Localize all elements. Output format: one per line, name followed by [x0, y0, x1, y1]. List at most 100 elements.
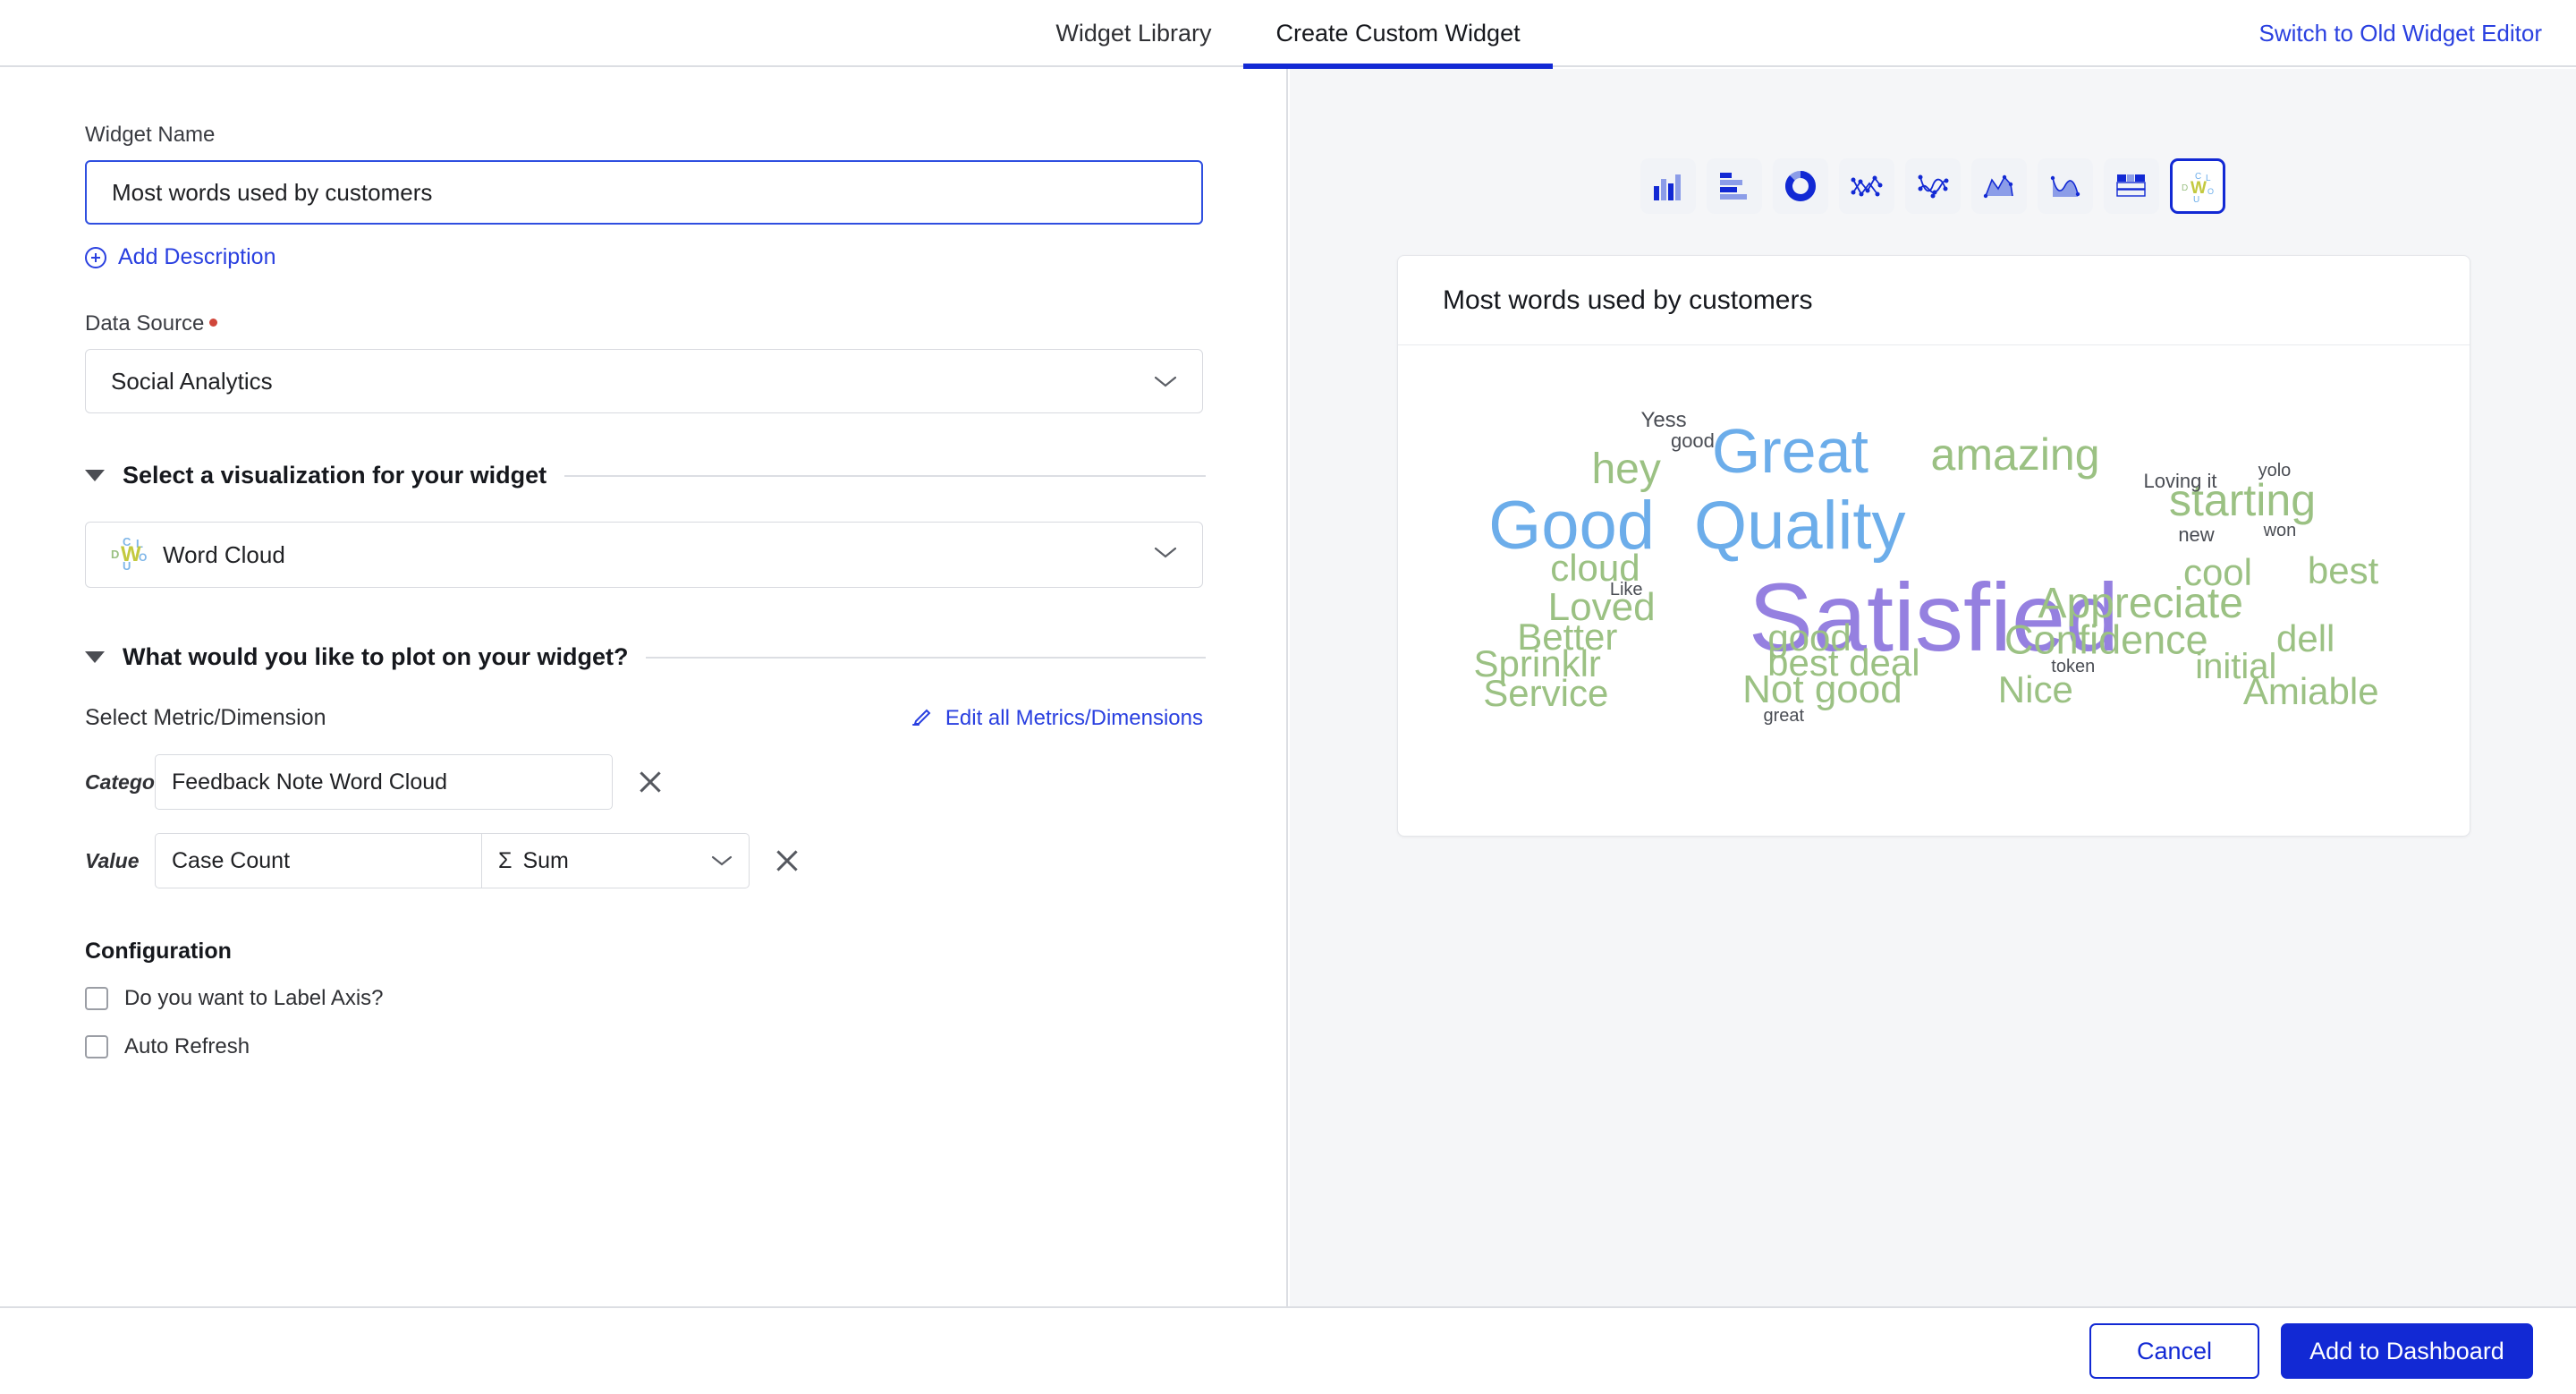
edit-all-label: Edit all Metrics/Dimensions	[945, 705, 1203, 730]
plot-section-header[interactable]: What would you like to plot on your widg…	[85, 643, 1206, 671]
switch-link-label: Switch to Old Widget Editor	[2258, 20, 2542, 47]
checkbox-label-axis-label: Do you want to Label Axis?	[124, 986, 384, 1010]
checkbox-box[interactable]	[85, 987, 108, 1010]
data-source-label: Data Source	[85, 311, 1206, 336]
word-cloud-word[interactable]: yolo	[2258, 462, 2292, 480]
widget-name-input[interactable]	[85, 160, 1203, 225]
word-cloud-word[interactable]: cool	[2183, 553, 2252, 591]
chart-type-selector: C L D W O U	[1290, 158, 2576, 214]
widget-name-label: Widget Name	[85, 123, 216, 147]
word-cloud-word[interactable]: token	[2051, 658, 2095, 676]
checkbox-box[interactable]	[85, 1035, 108, 1058]
cancel-button-label: Cancel	[2136, 1337, 2213, 1364]
value-label: Value	[85, 848, 140, 872]
remove-value-button[interactable]	[772, 846, 802, 876]
visualization-section-header[interactable]: Select a visualization for your widget	[85, 462, 1206, 489]
cancel-button[interactable]: Cancel	[2089, 1323, 2259, 1379]
required-indicator-icon	[209, 319, 218, 327]
svg-text:U: U	[2193, 195, 2199, 204]
word-cloud-word[interactable]: Amiable	[2243, 673, 2379, 710]
tab-create-custom-widget[interactable]: Create Custom Widget	[1243, 0, 1553, 69]
word-cloud-chart: Satisfied Good Quality Great amazing hey start…	[1398, 345, 2470, 836]
checkbox-label-axis[interactable]: Do you want to Label Axis?	[85, 986, 1206, 1011]
donut-chart-icon[interactable]	[1773, 158, 1828, 214]
widget-config-panel: Widget Name Add Description Data Source …	[0, 69, 1288, 1306]
word-cloud-word[interactable]: new	[2178, 525, 2214, 545]
chevron-down-icon	[711, 848, 733, 874]
tab-widget-library[interactable]: Widget Library	[1023, 0, 1243, 67]
configuration-title: Configuration	[85, 939, 232, 964]
data-source-value: Social Analytics	[111, 367, 273, 395]
metric-dimension-label: Select Metric/Dimension	[85, 705, 326, 730]
preview-title: Most words used by customers	[1398, 256, 2470, 345]
section-divider	[564, 474, 1206, 477]
word-cloud-word[interactable]: great	[1763, 707, 1804, 725]
category-field[interactable]: Feedback Note Word Cloud	[155, 754, 613, 810]
aggregation-select[interactable]: Σ Sum	[481, 833, 750, 888]
word-cloud-icon: C L D W O U	[111, 535, 148, 573]
add-description-label: Add Description	[118, 244, 276, 269]
widget-preview-card: Most words used by customers Satisfied Go…	[1397, 255, 2470, 837]
word-cloud-word[interactable]: Great	[1712, 420, 1868, 482]
visualization-select[interactable]: C L D W O U Word Cloud	[85, 522, 1203, 588]
svg-text:D: D	[2182, 183, 2188, 193]
visualization-section-title: Select a visualization for your widget	[123, 462, 547, 489]
word-cloud-word[interactable]: Like	[1610, 581, 1643, 599]
add-to-dashboard-button[interactable]: Add to Dashboard	[2281, 1323, 2533, 1379]
word-cloud-icon[interactable]: C L D W O U	[2170, 158, 2225, 214]
data-source-select[interactable]: Social Analytics	[85, 349, 1203, 413]
word-cloud-word[interactable]: Loving it	[2144, 472, 2217, 491]
add-to-dashboard-label: Add to Dashboard	[2309, 1337, 2504, 1364]
top-bar: Widget Library Create Custom Widget Swit…	[0, 0, 2576, 69]
value-row: Value Case Count Σ Sum	[85, 833, 1206, 888]
plot-section-title: What would you like to plot on your widg…	[123, 643, 629, 670]
chevron-down-icon	[1154, 368, 1177, 395]
checkbox-auto-refresh[interactable]: Auto Refresh	[85, 1034, 1206, 1059]
switch-to-old-widget-editor-link[interactable]: Switch to Old Widget Editor	[2259, 0, 2542, 67]
metric-dimension-header: Select Metric/Dimension Edit all Metrics…	[85, 703, 1203, 733]
word-cloud-word[interactable]: Quality	[1694, 491, 1906, 560]
area-chart-icon[interactable]	[1971, 158, 2027, 214]
category-label: Category	[85, 769, 174, 794]
plus-circle-icon	[85, 246, 106, 268]
value-value: Case Count	[172, 847, 291, 873]
word-cloud-word[interactable]: Not good	[1742, 670, 1902, 710]
edit-all-metrics-dimensions-link[interactable]: Edit all Metrics/Dimensions	[911, 703, 1203, 733]
scatter-line-chart-icon[interactable]	[1839, 158, 1894, 214]
visualization-selected-label: Word Cloud	[163, 540, 285, 568]
word-cloud-word[interactable]: Service	[1483, 675, 1608, 712]
widget-preview-panel: C L D W O U Most words used by customers…	[1290, 69, 2576, 1306]
spline-area-chart-icon[interactable]	[2038, 158, 2093, 214]
word-cloud-word[interactable]: hey	[1591, 447, 1660, 491]
footer-actions: Cancel Add to Dashboard	[0, 1306, 2576, 1394]
sigma-icon: Σ	[498, 847, 513, 873]
word-cloud-word[interactable]: dell	[2276, 619, 2334, 658]
tab-create-custom-widget-label: Create Custom Widget	[1275, 20, 1521, 47]
category-row: Category Feedback Note Word Cloud	[85, 754, 1206, 810]
word-cloud-word[interactable]: amazing	[1931, 432, 2100, 477]
svg-text:O: O	[2207, 187, 2214, 196]
tab-widget-library-label: Widget Library	[1055, 20, 1212, 47]
chevron-down-icon	[1154, 546, 1177, 565]
word-cloud-word[interactable]: Confidence	[2004, 619, 2208, 659]
bar-chart-icon[interactable]	[1707, 158, 1762, 214]
table-icon[interactable]	[2104, 158, 2159, 214]
checkbox-auto-refresh-label: Auto Refresh	[124, 1034, 250, 1058]
word-cloud-word[interactable]: best	[2308, 552, 2378, 590]
data-source-label-text: Data Source	[85, 311, 205, 336]
word-cloud-word[interactable]: good	[1671, 430, 1715, 451]
collapse-triangle-icon	[85, 470, 105, 481]
spline-chart-icon[interactable]	[1905, 158, 1961, 214]
pencil-icon	[911, 703, 935, 733]
category-value: Feedback Note Word Cloud	[172, 769, 448, 795]
aggregation-value: Sum	[522, 847, 569, 873]
add-description-button[interactable]: Add Description	[85, 244, 1206, 270]
section-divider	[646, 656, 1206, 659]
word-cloud-word[interactable]: won	[2264, 522, 2297, 540]
column-chart-icon[interactable]	[1640, 158, 1696, 214]
remove-category-button[interactable]	[635, 767, 665, 797]
value-field[interactable]: Case Count	[155, 833, 481, 888]
word-cloud-word[interactable]: Yess	[1641, 409, 1687, 431]
tab-bar: Widget Library Create Custom Widget	[0, 0, 2576, 69]
collapse-triangle-icon	[85, 651, 105, 663]
